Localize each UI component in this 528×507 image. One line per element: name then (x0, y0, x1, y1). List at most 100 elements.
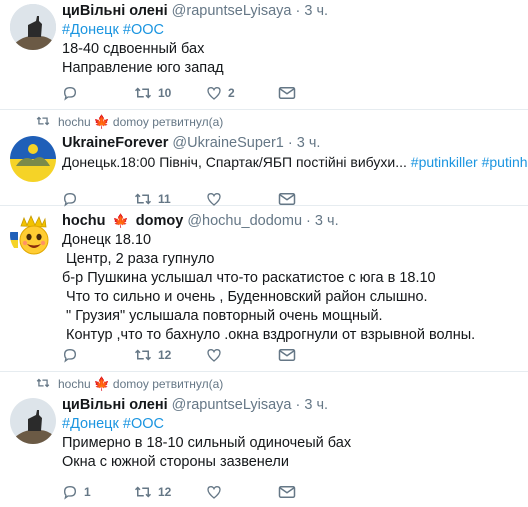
retweet-count: 10 (158, 86, 172, 100)
separator: · (295, 397, 301, 413)
reply-count: 1 (84, 485, 91, 499)
hashtag[interactable]: #ООС (123, 416, 164, 432)
hashtag[interactable]: #Донецк (62, 416, 119, 432)
tweet-text-line: 18-40 сдвоенный бах (62, 41, 205, 57)
tweet-actions: 10 2 (62, 85, 296, 101)
author-handle[interactable]: @rapuntseLyisaya (172, 397, 292, 413)
author-name-suffix[interactable]: domoy (136, 213, 184, 229)
hashtag[interactable]: #putinhuilo (482, 154, 528, 170)
timestamp[interactable]: 3 ч. (304, 397, 328, 413)
avatar[interactable] (10, 212, 56, 258)
mail-icon (278, 87, 296, 99)
retweet-context: hochu 🍁 domoy ретвитнул(а) (36, 114, 224, 130)
tweet-text-line: Что то сильно и очень , Буденновский рай… (62, 289, 428, 305)
retweet-icon (36, 378, 50, 388)
reply-button[interactable] (62, 191, 134, 207)
retweet-icon (134, 193, 152, 205)
mail-icon (278, 193, 296, 205)
hashtag[interactable]: #ООС (123, 22, 164, 38)
like-button[interactable] (206, 484, 278, 500)
author-name[interactable]: UkraineForever (62, 135, 168, 151)
reply-button[interactable] (62, 347, 134, 363)
author-name[interactable]: циВільні олені (62, 3, 168, 19)
like-count: 2 (228, 86, 235, 100)
message-button[interactable] (278, 192, 296, 206)
separator: · (295, 3, 301, 19)
retweet-context: hochu 🍁 domoy ретвитнул(а) (36, 376, 224, 392)
retweet-icon (36, 116, 50, 126)
heart-icon (207, 348, 221, 362)
maple-leaf-icon: 🍁 (112, 213, 129, 228)
maple-leaf-icon: 🍁 (93, 114, 110, 129)
message-button[interactable] (278, 86, 296, 100)
tweet-actions: 1 12 (62, 484, 296, 500)
reply-button[interactable] (62, 85, 134, 101)
retweet-button[interactable]: 12 (134, 484, 206, 500)
tweet-header: hochu 🍁 domoy @hochu_dodomu · 3 ч. (62, 211, 522, 231)
tweet-header: циВільні олені @rapuntseLyisaya · 3 ч. (62, 396, 522, 415)
message-button[interactable] (278, 485, 296, 499)
reply-button[interactable]: 1 (62, 484, 134, 500)
tweet-actions: 11 (62, 191, 296, 207)
author-handle[interactable]: @rapuntseLyisaya (172, 3, 292, 19)
tweet-text-line: Контур ,что то бахнуло .окна вздрогнули … (62, 327, 476, 343)
separator: · (306, 213, 311, 229)
tweet-hashtags: #Донецк #ООС (62, 21, 522, 40)
tweet-text-line: " Грузия" услышала повторный очень мощны… (62, 308, 383, 324)
reply-icon (63, 86, 77, 101)
avatar[interactable] (10, 398, 56, 444)
mail-icon (278, 349, 296, 361)
tweet-text-line: Центр, 2 раза гупнуло (62, 251, 215, 267)
separator: · (287, 135, 293, 151)
timestamp[interactable]: 3 ч. (297, 135, 321, 151)
retweet-icon (134, 486, 152, 498)
tweet-actions: 12 (62, 347, 296, 363)
tweet[interactable]: hochu 🍁 domoy ретвитнул(а) UkraineForeve… (0, 110, 528, 207)
reply-icon (63, 348, 77, 363)
reply-icon (63, 192, 77, 207)
tweet-text-line: Окна с южной стороны зазвенели (62, 454, 289, 470)
retweet-icon (134, 87, 152, 99)
retweet-button[interactable]: 10 (134, 85, 206, 101)
tweet-hashtags: #Донецк #ООС (62, 415, 522, 434)
avatar[interactable] (10, 136, 56, 182)
author-handle[interactable]: @hochu_dodomu (187, 213, 302, 229)
like-button[interactable]: 2 (206, 85, 278, 101)
hashtag[interactable]: #putinkiller (411, 154, 478, 170)
retweet-button[interactable]: 11 (134, 191, 206, 207)
tweet[interactable]: циВільні олені @rapuntseLyisaya · 3 ч. #… (0, 0, 528, 110)
message-button[interactable] (278, 348, 296, 362)
author-name[interactable]: циВільні олені (62, 397, 168, 413)
timestamp[interactable]: 3 ч. (304, 3, 328, 19)
retweet-context-text: domoy ретвитнул(а) (112, 377, 224, 391)
retweet-icon (134, 349, 152, 361)
tweet-text-line: Направление юго запад (62, 60, 224, 76)
retweet-count: 12 (158, 348, 172, 362)
timestamp[interactable]: 3 ч. (315, 213, 339, 229)
tweet-text-line: Донецк 18.10 (62, 232, 152, 248)
author-handle[interactable]: @UkraineSuper1 (172, 135, 283, 151)
avatar[interactable] (10, 4, 56, 50)
heart-icon (207, 485, 221, 499)
like-button[interactable] (206, 347, 278, 363)
heart-icon (207, 192, 221, 206)
tweet-text-line: Примерно в 18-10 сильный одиночеый бах (62, 435, 352, 451)
author-name[interactable]: hochu (62, 213, 106, 229)
retweeter-name[interactable]: hochu (58, 377, 91, 391)
heart-icon (207, 86, 221, 100)
reply-icon (63, 485, 77, 500)
tweet-text-line: б-р Пушкина услышал что-то раскатистое с… (62, 270, 436, 286)
tweet-text: Донецьк.18:00 Північ, Спартак/ЯБП постій… (62, 154, 407, 170)
tweet[interactable]: hochu 🍁 domoy ретвитнул(а) циВільні олен… (0, 372, 528, 507)
retweet-context-text: domoy ретвитнул(а) (112, 115, 224, 129)
maple-leaf-icon: 🍁 (93, 376, 110, 391)
retweet-button[interactable]: 12 (134, 347, 206, 363)
retweet-count: 12 (158, 485, 172, 499)
mail-icon (278, 486, 296, 498)
tweet-text-line: Донецьк.18:00 Північ, Спартак/ЯБП постій… (62, 153, 528, 172)
tweet-header: UkraineForever @UkraineSuper1 · 3 ч. (62, 134, 522, 153)
retweeter-name[interactable]: hochu (58, 115, 91, 129)
tweet[interactable]: hochu 🍁 domoy @hochu_dodomu · 3 ч. Донец… (0, 206, 528, 372)
hashtag[interactable]: #Донецк (62, 22, 119, 38)
like-button[interactable] (206, 191, 278, 207)
